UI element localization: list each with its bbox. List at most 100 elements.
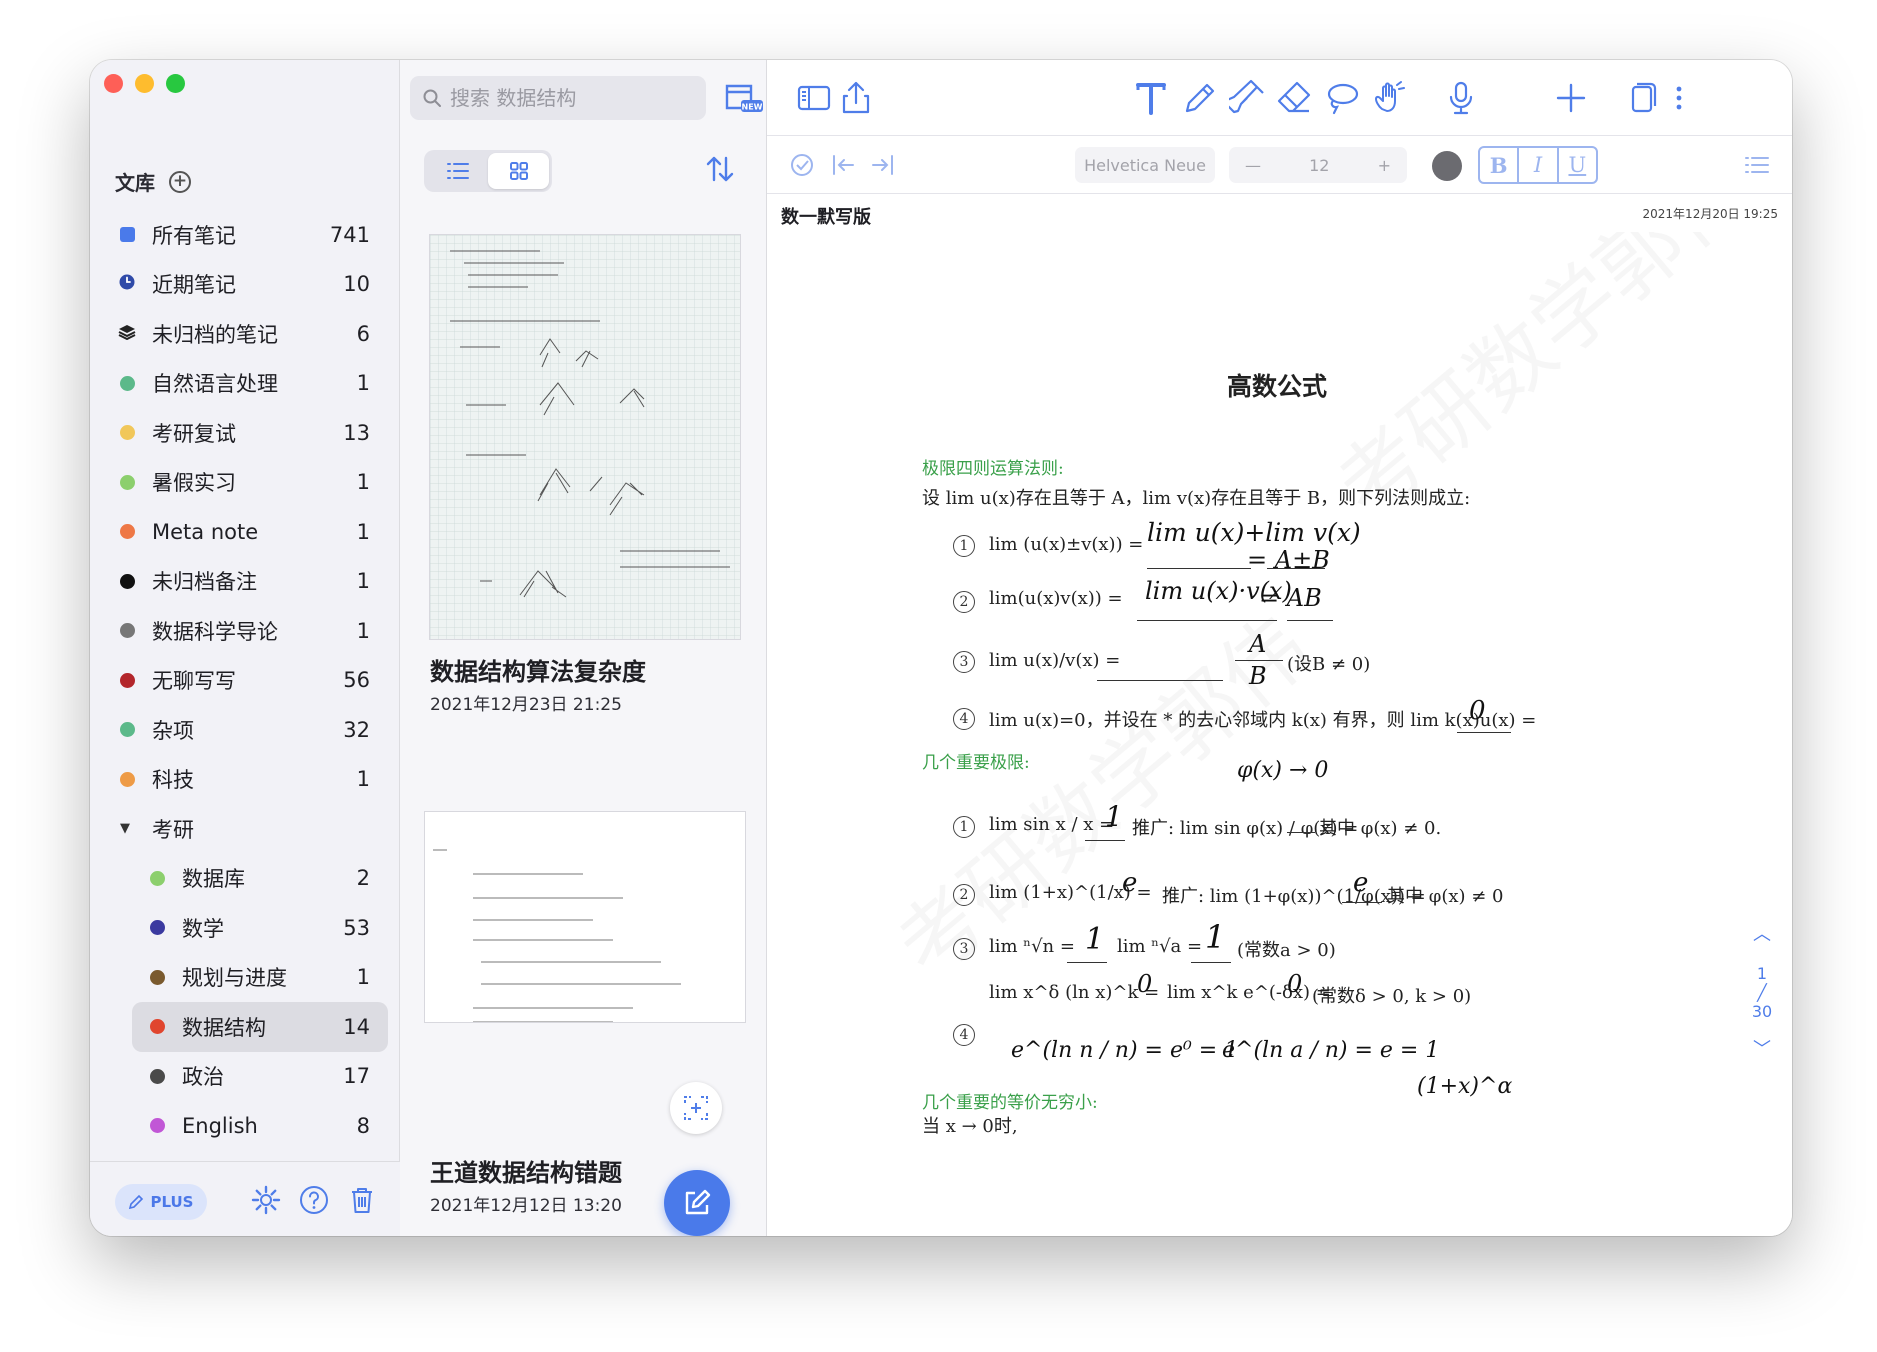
text-style-group: B I U — [1478, 146, 1598, 184]
eraser-tool-icon[interactable] — [1275, 79, 1313, 117]
sidebar-item-english[interactable]: English 8 — [90, 1101, 400, 1151]
current-page: 1 — [1756, 964, 1768, 983]
pen-tool-icon[interactable] — [1181, 79, 1219, 117]
indent-icon[interactable] — [867, 150, 897, 180]
sidebar-item-meta-note[interactable]: Meta note 1 — [90, 507, 400, 557]
help-icon[interactable] — [298, 1184, 330, 1216]
formula-condition: (设B ≠ 0) — [1287, 654, 1371, 675]
section-heading: 几个重要极限: — [922, 753, 1030, 773]
format-toolbar: Helvetica Neue — 12 + B I U — [767, 136, 1792, 194]
ocr-scan-button[interactable] — [670, 1082, 722, 1134]
list-view-button[interactable] — [427, 153, 488, 189]
text-tool-icon[interactable] — [1132, 79, 1170, 117]
scan-add-icon — [684, 1096, 708, 1120]
zoom-window-button[interactable] — [166, 74, 185, 93]
sidebar-item-internship[interactable]: 暑假实习 1 — [90, 458, 400, 508]
new-note-button[interactable] — [664, 1170, 730, 1236]
search-input[interactable] — [450, 86, 680, 110]
handwritten-answer: e^(ln n / n) = e⁰ = 1 — [1011, 1038, 1239, 1063]
sidebar-item-math[interactable]: 数学 53 — [90, 903, 400, 953]
next-page-button[interactable]: ﹀ — [1742, 1035, 1782, 1061]
handwritten-answer: 1 — [1085, 922, 1105, 957]
note-list-panel: NEW — [400, 60, 767, 1236]
font-size-value: 12 — [1309, 155, 1330, 175]
section-heading: 几个重要的等价无穷小: — [922, 1093, 1098, 1113]
section-heading: 极限四则运算法则: — [922, 459, 1064, 479]
page-indicator: ︿ 1 ╱ 30 ﹀ — [1742, 920, 1782, 1061]
note-thumbnail[interactable] — [424, 811, 746, 1023]
lasso-tool-icon[interactable] — [1323, 79, 1361, 117]
new-notebook-icon[interactable]: NEW — [723, 80, 763, 116]
sidebar-item-all-notes[interactable]: 所有笔记 741 — [90, 210, 400, 260]
window-controls — [104, 74, 185, 93]
plus-button[interactable]: PLUS — [115, 1184, 207, 1220]
hand-tool-icon[interactable] — [1371, 79, 1409, 117]
sidebar-footer: PLUS — [90, 1161, 400, 1236]
text-color-picker[interactable] — [1432, 151, 1462, 181]
sidebar-item-database[interactable]: 数据库 2 — [90, 854, 400, 904]
handwritten-answer: 0 — [1287, 970, 1303, 998]
microphone-icon[interactable] — [1442, 79, 1480, 117]
handwritten-answer: e — [1122, 868, 1138, 898]
formula-condition: 其中 φ(x) ≠ 0 — [1387, 886, 1504, 907]
notebook-color-dot — [150, 1019, 165, 1035]
note-title[interactable]: 王道数据结构错题 — [430, 1153, 622, 1188]
total-pages: 30 — [1751, 1002, 1773, 1021]
search-bar[interactable] — [410, 76, 706, 120]
notebook-color-dot — [120, 474, 135, 490]
font-size-stepper[interactable]: — 12 + — [1229, 147, 1407, 183]
trash-icon[interactable] — [346, 1184, 378, 1216]
sidebar-group-kaoyan[interactable]: ▼ 考研 — [90, 804, 400, 854]
sidebar-item-count: 13 — [343, 420, 370, 445]
underline-button[interactable]: U — [1559, 148, 1596, 182]
notebook-color-dot — [120, 375, 135, 391]
gear-icon[interactable] — [250, 1184, 282, 1216]
sidebar-item-politics[interactable]: 政治 17 — [90, 1052, 400, 1102]
outdent-icon[interactable] — [829, 150, 859, 180]
sidebar-item-recent-notes[interactable]: 近期笔记 10 — [90, 260, 400, 310]
more-options-icon[interactable] — [1660, 79, 1698, 117]
decrease-size-button[interactable]: — — [1245, 156, 1261, 175]
sidebar-item-casual-writing[interactable]: 无聊写写 56 — [90, 656, 400, 706]
grid-view-button[interactable] — [488, 153, 549, 189]
sidebar-item-label: 数据结构 — [182, 1015, 266, 1040]
sidebar-item-data-structures[interactable]: 数据结构 14 — [132, 1002, 388, 1052]
close-window-button[interactable] — [104, 74, 123, 93]
document-title[interactable]: 数一默写版 — [781, 203, 871, 229]
bold-button[interactable]: B — [1480, 148, 1520, 182]
checkbox-icon[interactable] — [787, 150, 817, 180]
add-icon[interactable] — [1552, 79, 1590, 117]
sidebar-item-planning[interactable]: 规划与进度 1 — [90, 953, 400, 1003]
formula-text: lim (u(x)±v(x)) = — [989, 534, 1144, 555]
sidebar-item-unfiled-notes[interactable]: 未归档的笔记 6 — [90, 309, 400, 359]
sidebar-item-tech[interactable]: 科技 1 — [90, 755, 400, 805]
sidebar-item-nlp[interactable]: 自然语言处理 1 — [90, 359, 400, 409]
compose-icon — [685, 1189, 711, 1215]
minimize-window-button[interactable] — [135, 74, 154, 93]
increase-size-button[interactable]: + — [1378, 156, 1391, 175]
highlighter-tool-icon[interactable] — [1229, 79, 1267, 117]
sidebar-item-data-science[interactable]: 数据科学导论 1 — [90, 606, 400, 656]
share-icon[interactable] — [837, 79, 875, 117]
previous-page-button[interactable]: ︿ — [1742, 920, 1782, 946]
sidebar-item-unfiled-memo[interactable]: 未归档备注 1 — [90, 557, 400, 607]
note-title[interactable]: 数据结构算法复杂度 — [430, 652, 646, 687]
chevron-down-icon[interactable]: ▼ — [120, 821, 135, 836]
sidebar-item-misc[interactable]: 杂项 32 — [90, 705, 400, 755]
formula-condition: (常数δ > 0, k > 0) — [1312, 986, 1472, 1007]
sidebar-item-label: 科技 — [152, 768, 194, 793]
font-family-select[interactable]: Helvetica Neue — [1075, 147, 1215, 183]
handwritten-answer: 0 — [1137, 970, 1153, 998]
sidebar-item-count: 53 — [343, 915, 370, 940]
sort-icon[interactable] — [703, 152, 737, 186]
pdf-page[interactable]: 考研数学郭伟 考研数学郭伟 高数公式 极限四则运算法则: 设 lim u(x)存… — [767, 232, 1792, 1236]
sidebar-item-label: 政治 — [182, 1065, 224, 1090]
add-notebook-icon[interactable]: + — [169, 170, 191, 193]
pages-icon[interactable] — [1622, 79, 1660, 117]
bullet-list-icon[interactable] — [1742, 150, 1772, 180]
handwritten-note: (1+x)^α — [1417, 1074, 1513, 1099]
sidebar-toggle-icon[interactable] — [795, 79, 833, 117]
note-thumbnail[interactable] — [429, 234, 741, 640]
italic-button[interactable]: I — [1519, 148, 1559, 182]
sidebar-item-retest[interactable]: 考研复试 13 — [90, 408, 400, 458]
